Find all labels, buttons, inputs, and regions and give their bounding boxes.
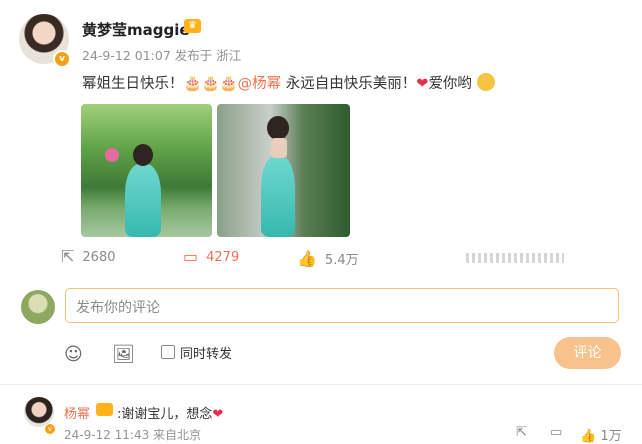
reply-share-icon[interactable]: ⇱ xyxy=(516,425,527,440)
author-name[interactable]: 黄梦莹maggie xyxy=(82,19,190,40)
submit-comment-button[interactable]: 评论 xyxy=(554,337,621,369)
kiss-emoji-icon xyxy=(476,73,495,91)
reply-heart-icon: ❤ xyxy=(212,407,224,422)
share-icon: ⇱ xyxy=(61,247,75,266)
crown-icon: ♛ xyxy=(184,19,201,33)
reply-crown-icon xyxy=(96,403,113,416)
thumbs-up-icon: 👍 xyxy=(297,248,317,268)
comment-input[interactable]: 发布你的评论 xyxy=(65,288,619,323)
repost-checkbox-label: 同时转发 xyxy=(180,347,233,362)
post-text-end: 爱你哟 xyxy=(428,76,472,92)
mention-link[interactable]: @杨幂 xyxy=(238,76,282,92)
post-text-middle: 永远自由快乐美丽！ xyxy=(281,76,417,92)
divider xyxy=(0,384,642,385)
comment-button[interactable]: ▭ 4279 xyxy=(183,249,239,265)
reply-text: :谢谢宝儿，想念❤ xyxy=(117,403,223,422)
current-user-avatar[interactable] xyxy=(21,290,55,324)
image-icon[interactable]: 🖼 xyxy=(112,344,135,365)
post-image-1[interactable] xyxy=(81,104,212,237)
post-image-2[interactable] xyxy=(217,104,350,237)
reply-comment-icon[interactable]: ▭ xyxy=(550,425,562,440)
loading-placeholder xyxy=(466,253,564,263)
post-meta: 24-9-12 01:07 发布于 浙江 xyxy=(82,48,242,63)
comment-count: 4279 xyxy=(206,249,240,265)
comment-icon: ▭ xyxy=(183,247,199,266)
heart-icon: ❤ xyxy=(416,76,429,92)
reply-meta: 24-9-12 11:43 来自北京 xyxy=(64,428,202,442)
repost-checkbox[interactable] xyxy=(161,345,175,359)
repost-count: 2680 xyxy=(82,249,116,265)
like-count: 5.4万 xyxy=(324,253,359,268)
verified-badge-icon: v xyxy=(53,50,71,68)
smiley-icon[interactable]: ☺ xyxy=(64,344,83,365)
reply-like-button[interactable]: 👍 1万 xyxy=(580,425,622,444)
repost-button[interactable]: ⇱ 2680 xyxy=(61,249,116,265)
reply-like-count: 1万 xyxy=(600,429,622,444)
like-button[interactable]: 👍 5.4万 xyxy=(297,249,359,268)
reply-thumbs-up-icon: 👍 xyxy=(580,429,597,444)
post-text: 幂姐生日快乐！🎂🎂🎂@杨幂 永远自由快乐美丽！❤爱你哟 xyxy=(82,72,495,93)
reply-username[interactable]: 杨幂 xyxy=(64,403,90,422)
reply-verified-badge-icon: v xyxy=(44,423,56,435)
reply-text-body: :谢谢宝儿，想念 xyxy=(117,407,213,422)
post-text-intro: 幂姐生日快乐！🎂🎂🎂 xyxy=(82,76,238,92)
